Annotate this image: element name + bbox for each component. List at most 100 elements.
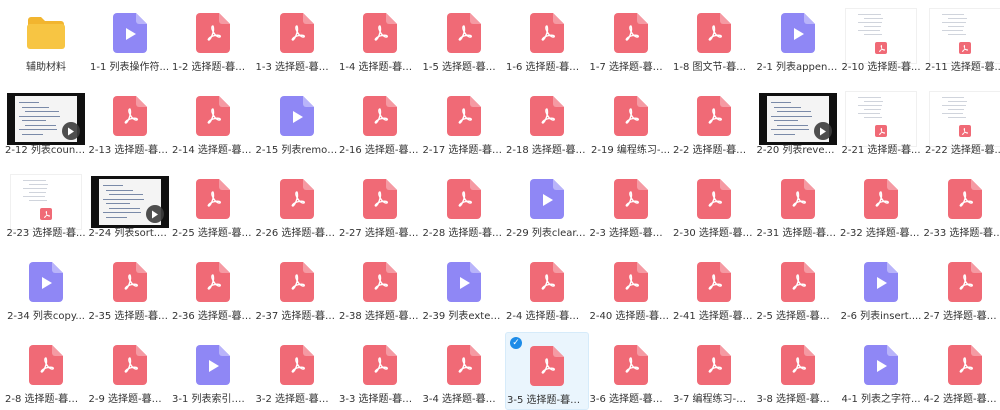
video-file-icon	[864, 262, 898, 302]
file-name-label: 2-35 选择题-暮课...	[88, 307, 172, 322]
file-item-pdf[interactable]: 3-8 选择题-暮课...	[756, 332, 840, 410]
file-item-pdf[interactable]: 2-28 选择题-暮课...	[422, 166, 506, 244]
pdf-file-icon	[196, 179, 230, 219]
file-item-video[interactable]: 2-24 列表sort.m...	[88, 166, 172, 244]
file-item-pdf[interactable]: 1-6 选择题-暮课...	[505, 0, 589, 78]
pdf-file-icon	[363, 96, 397, 136]
file-name-label: 2-36 选择题-暮课...	[171, 307, 255, 322]
file-item-pdf[interactable]: 1-2 选择题-暮课...	[171, 0, 255, 78]
file-item-pdf[interactable]: 4-2 选择题-暮课...	[923, 332, 1000, 410]
file-item-pdf[interactable]: 1-5 选择题-暮课...	[422, 0, 506, 78]
video-file-icon	[781, 13, 815, 53]
folder-icon	[26, 16, 66, 50]
pdf-file-icon	[113, 96, 147, 136]
file-item-pdf[interactable]: 2-18 选择题-暮课...	[505, 83, 589, 161]
file-item-pdf[interactable]: 2-11 选择题-暮...	[923, 0, 1000, 78]
file-item-pdf[interactable]: 3-3 选择题-暮课...	[338, 332, 422, 410]
file-item-pdf[interactable]: 2-4 选择题-暮课...	[505, 249, 589, 327]
file-icon-area	[756, 174, 840, 224]
file-name-label: 2-31 选择题-暮课...	[756, 224, 840, 239]
file-item-video[interactable]: 2-6 列表insert....	[839, 249, 923, 327]
file-icon-area	[171, 340, 255, 390]
file-item-pdf[interactable]: 2-3 选择题-暮课...	[589, 166, 673, 244]
file-item-video[interactable]: 2-15 列表remov...	[255, 83, 339, 161]
file-item-pdf[interactable]: 2-5 选择题-暮课...	[756, 249, 840, 327]
file-item-video[interactable]: 4-1 列表之字符...	[839, 332, 923, 410]
file-icon-area	[255, 174, 339, 224]
file-item-pdf[interactable]: 2-22 选择题-暮...	[923, 83, 1000, 161]
file-icon-area	[923, 8, 1000, 58]
file-item-video[interactable]: 2-1 列表append...	[756, 0, 840, 78]
file-item-pdf[interactable]: 2-7 选择题-暮课...	[923, 249, 1000, 327]
document-thumbnail	[929, 8, 1000, 64]
file-item-pdf[interactable]: 2-37 选择题-暮课...	[255, 249, 339, 327]
file-item-pdf[interactable]: 1-4 选择题-暮课...	[338, 0, 422, 78]
file-item-pdf[interactable]: 2-19 编程练习-...	[589, 83, 673, 161]
file-item-pdf[interactable]: 2-41 选择题-暮课...	[672, 249, 756, 327]
file-item-pdf[interactable]: ✓3-5 选择题-暮课...	[505, 332, 589, 410]
file-item-pdf[interactable]: 2-13 选择题-暮课...	[88, 83, 172, 161]
file-name-label: 2-28 选择题-暮课...	[422, 224, 506, 239]
file-item-pdf[interactable]: 2-30 选择题-暮课...	[672, 166, 756, 244]
file-item-pdf[interactable]: 1-8 图文节-暮课...	[672, 0, 756, 78]
file-item-folder[interactable]: 辅助材料	[4, 0, 88, 78]
file-name-label: 3-7 编程练习-暮课...	[672, 390, 756, 405]
file-item-pdf[interactable]: 2-8 选择题-暮课...	[4, 332, 88, 410]
file-icon-area	[422, 174, 506, 224]
file-item-pdf[interactable]: 2-31 选择题-暮课...	[756, 166, 840, 244]
file-item-pdf[interactable]: 3-4 选择题-暮课...	[422, 332, 506, 410]
file-item-video[interactable]: 3-1 列表索引.mp4	[171, 332, 255, 410]
file-item-pdf[interactable]: 2-16 选择题-暮课...	[338, 83, 422, 161]
file-item-pdf[interactable]: 2-2 选择题-暮课...	[672, 83, 756, 161]
file-name-label: 2-24 列表sort.m...	[88, 224, 172, 239]
pdf-file-icon	[864, 179, 898, 219]
file-icon-area	[923, 174, 1000, 224]
file-item-pdf[interactable]: 2-26 选择题-暮课...	[255, 166, 339, 244]
file-item-pdf[interactable]: 2-17 选择题-暮课...	[422, 83, 506, 161]
pdf-file-icon	[697, 13, 731, 53]
file-item-video[interactable]: 2-39 列表exten...	[422, 249, 506, 327]
file-name-label: 2-27 选择题-暮课...	[338, 224, 422, 239]
pdf-badge-icon	[959, 125, 971, 137]
file-item-pdf[interactable]: 3-2 选择题-暮课...	[255, 332, 339, 410]
file-item-video[interactable]: 2-34 列表copy...	[4, 249, 88, 327]
pdf-file-icon	[280, 345, 314, 385]
file-item-video[interactable]: 2-12 列表count...	[4, 83, 88, 161]
file-item-pdf[interactable]: 1-7 选择题-暮课...	[589, 0, 673, 78]
file-item-pdf[interactable]: 2-33 选择题-暮课...	[923, 166, 1000, 244]
file-name-label: 2-14 选择题-暮课...	[171, 141, 255, 156]
file-item-pdf[interactable]: 3-7 编程练习-暮课...	[672, 332, 756, 410]
file-name-label: 2-4 选择题-暮课...	[505, 307, 589, 322]
file-item-pdf[interactable]: 2-40 选择题-暮课...	[589, 249, 673, 327]
file-item-pdf[interactable]: 1-3 选择题-暮课...	[255, 0, 339, 78]
file-item-video[interactable]: 2-20 列表revers...	[756, 83, 840, 161]
file-name-label: 2-5 选择题-暮课...	[756, 307, 840, 322]
file-item-pdf[interactable]: 2-9 选择题-暮课...	[88, 332, 172, 410]
pdf-file-icon	[447, 345, 481, 385]
play-icon	[146, 205, 164, 223]
file-item-pdf[interactable]: 2-23 选择题-暮...	[4, 166, 88, 244]
file-item-pdf[interactable]: 2-21 选择题-暮...	[839, 83, 923, 161]
file-item-pdf[interactable]: 2-32 选择题-暮课...	[839, 166, 923, 244]
file-icon-area	[4, 340, 88, 390]
file-icon-area	[756, 257, 840, 307]
file-item-video[interactable]: 1-1 列表操作符...	[88, 0, 172, 78]
file-name-label: 2-21 选择题-暮...	[839, 141, 923, 156]
file-item-pdf[interactable]: 2-25 选择题-暮课...	[171, 166, 255, 244]
file-name-label: 2-19 编程练习-...	[589, 141, 673, 156]
pdf-file-icon	[196, 96, 230, 136]
file-item-pdf[interactable]: 2-38 选择题-暮课...	[338, 249, 422, 327]
file-item-video[interactable]: 2-29 列表clear....	[505, 166, 589, 244]
pdf-file-icon	[697, 262, 731, 302]
pdf-file-icon	[363, 179, 397, 219]
file-item-pdf[interactable]: 3-6 选择题-暮课...	[589, 332, 673, 410]
file-icon-area	[589, 257, 673, 307]
file-item-pdf[interactable]: 2-36 选择题-暮课...	[171, 249, 255, 327]
file-item-pdf[interactable]: 2-35 选择题-暮课...	[88, 249, 172, 327]
file-item-pdf[interactable]: 2-10 选择题-暮...	[839, 0, 923, 78]
pdf-file-icon	[697, 179, 731, 219]
file-icon-area	[88, 174, 172, 224]
pdf-file-icon	[280, 13, 314, 53]
file-item-pdf[interactable]: 2-27 选择题-暮课...	[338, 166, 422, 244]
file-item-pdf[interactable]: 2-14 选择题-暮课...	[171, 83, 255, 161]
